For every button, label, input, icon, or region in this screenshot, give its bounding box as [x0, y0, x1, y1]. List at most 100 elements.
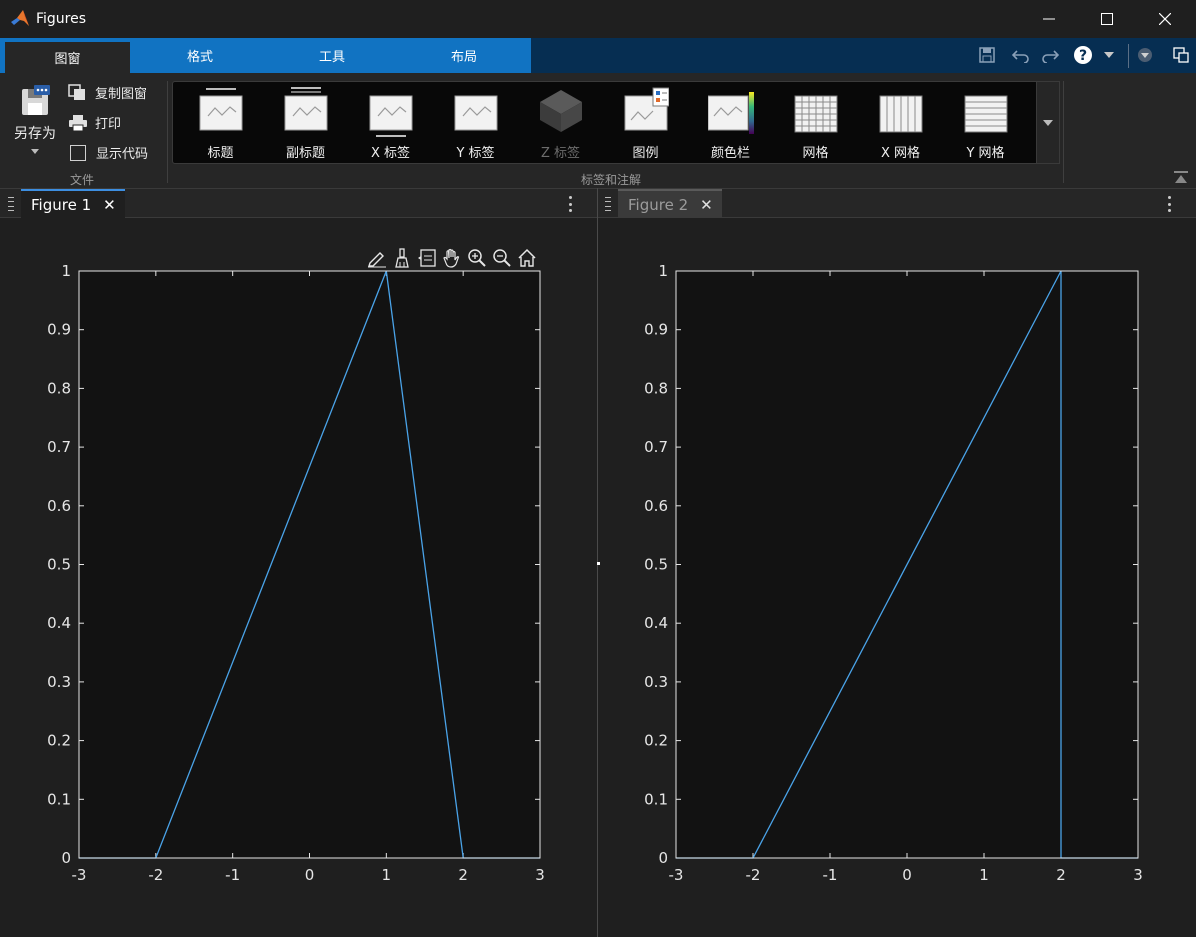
x-tick-label: -2	[148, 866, 163, 884]
y-tick-label: 0.9	[644, 321, 668, 339]
copy-figure-label: 复制图窗	[95, 87, 148, 102]
subtitle-button[interactable]: 副标题	[263, 82, 348, 165]
y-tick-label: 0.5	[644, 556, 668, 574]
close-icon[interactable]: ✕	[700, 196, 713, 214]
more-options-icon[interactable]	[1163, 196, 1175, 212]
y-tick-label: 0.4	[47, 614, 71, 632]
zlabel-icon	[540, 90, 582, 132]
save-as-button[interactable]: 另存为	[10, 85, 60, 165]
y-tick-label: 0.2	[47, 732, 71, 750]
xgrid-button-label: X 网格	[880, 146, 921, 161]
figure2-panel-header: Figure 2 ✕	[598, 188, 1196, 218]
figure-2-tab-label: Figure 2	[628, 195, 689, 214]
copy-figure-button[interactable]: 复制图窗	[68, 83, 147, 102]
y-tick-label: 1	[61, 262, 71, 280]
ribbon-toolstrip: 另存为 复制图窗 打印 显示代码 文件 标题 副标题 X 标签 Y 标签 Z 标…	[0, 73, 1196, 188]
xlabel-button[interactable]: X 标签	[348, 82, 433, 165]
tab-layout[interactable]: 布局	[398, 38, 530, 73]
undock-button[interactable]	[1170, 44, 1192, 66]
xgrid-icon	[879, 95, 923, 133]
drag-grip-icon[interactable]	[604, 197, 612, 211]
y-tick-label: 0.9	[47, 321, 71, 339]
figures-window: Figures 图窗 格式 工具 布局 ? 另存为 复制图窗 打印 显示代码 文…	[0, 0, 1196, 937]
zlabel-button[interactable]: Z 标签	[518, 82, 603, 165]
y-tick-label: 0.6	[47, 497, 71, 515]
axes-background	[79, 271, 540, 858]
grid-icon	[794, 95, 838, 133]
help-button[interactable]: ?	[1072, 44, 1094, 66]
show-code-label: 显示代码	[96, 147, 149, 162]
group-separator	[1063, 81, 1064, 183]
collapse-up-icon	[1174, 171, 1188, 183]
maximize-icon	[1101, 13, 1113, 25]
x-tick-label: -2	[746, 866, 761, 884]
figure-2-axes[interactable]: -3 -2 -1 0 1 2 3 0 0.1 0.2 0.3 0.4 0.5 0.6 0.7 0.8 0.9 1	[598, 218, 1196, 937]
file-group-label: 文件	[70, 173, 95, 187]
grid-button[interactable]: 网格	[773, 82, 858, 165]
grid-button-label: 网格	[802, 146, 829, 161]
save-quick-button[interactable]	[976, 44, 998, 66]
collapse-ribbon-icon	[1138, 48, 1152, 62]
annotation-gallery: 标题 副标题 X 标签 Y 标签 Z 标签 图例 颜色栏 网格 X 网格 Y 网…	[172, 81, 1060, 164]
tab-figure-1[interactable]: Figure 1 ✕	[21, 189, 125, 218]
redo-icon	[1042, 50, 1059, 63]
colorbar-icon	[708, 92, 754, 134]
show-code-checkbox[interactable]: 显示代码	[70, 143, 148, 162]
drag-grip-icon[interactable]	[7, 197, 15, 211]
tab-format[interactable]: 格式	[134, 38, 266, 73]
xlabel-icon	[369, 95, 413, 137]
printer-icon	[69, 114, 87, 131]
x-tick-label: 0	[902, 866, 912, 884]
tab-figure-2[interactable]: Figure 2 ✕	[618, 189, 722, 218]
group-separator	[167, 81, 168, 183]
figure-1-axes[interactable]: -3 -2 -1 0 1 2 3 0 0.1 0.2 0.3 0.4 0.5 0.6 0.7 0.8 0.9 1	[0, 218, 597, 937]
redo-button[interactable]	[1039, 44, 1061, 66]
colorbar-button[interactable]: 颜色栏	[688, 82, 773, 165]
maximize-button[interactable]	[1078, 0, 1136, 38]
ygrid-icon	[964, 95, 1008, 133]
x-tick-label: -3	[72, 866, 87, 884]
tab-figure[interactable]: 图窗	[5, 42, 130, 73]
help-dropdown-button[interactable]	[1098, 44, 1120, 66]
y-tick-label: 0.1	[47, 790, 71, 808]
ygrid-button[interactable]: Y 网格	[943, 82, 1028, 165]
more-options-icon[interactable]	[564, 196, 576, 212]
ylabel-button[interactable]: Y 标签	[433, 82, 518, 165]
title-button[interactable]: 标题	[178, 82, 263, 165]
y-tick-label: 0.1	[644, 790, 668, 808]
close-icon[interactable]: ✕	[103, 196, 116, 214]
chevron-down-icon	[1043, 119, 1053, 126]
ygrid-button-label: Y 网格	[966, 146, 1005, 161]
zlabel-button-label: Z 标签	[540, 146, 581, 161]
print-button[interactable]: 打印	[68, 113, 121, 132]
y-tick-label: 0.6	[644, 497, 668, 515]
title-button-label: 标题	[207, 146, 234, 161]
minimize-icon	[1043, 18, 1055, 20]
x-tick-label: -1	[225, 866, 240, 884]
figure1-panel-header: Figure 1 ✕	[0, 188, 597, 218]
save-as-label: 另存为	[14, 126, 56, 142]
x-tick-label: -3	[669, 866, 684, 884]
y-tick-label: 0.3	[644, 673, 668, 691]
close-icon	[1159, 13, 1171, 25]
collapse-toolstrip-button[interactable]	[1174, 170, 1188, 189]
y-tick-label: 1	[658, 262, 668, 280]
legend-button[interactable]: 图例	[603, 82, 688, 165]
minimize-button[interactable]	[1020, 0, 1078, 38]
checkbox-box[interactable]	[70, 144, 86, 161]
subtitle-icon	[284, 87, 328, 131]
undo-button[interactable]	[1010, 44, 1032, 66]
help-icon: ?	[1074, 46, 1092, 64]
x-tick-label: 0	[305, 866, 315, 884]
ylabel-icon	[454, 95, 498, 131]
tab-tools[interactable]: 工具	[266, 38, 398, 73]
close-window-button[interactable]	[1136, 0, 1194, 38]
y-tick-label: 0.8	[47, 379, 71, 397]
minimize-toolstrip-button[interactable]	[1134, 44, 1156, 66]
xgrid-button[interactable]: X 网格	[858, 82, 943, 165]
x-tick-label: 2	[1056, 866, 1066, 884]
print-label: 打印	[95, 117, 122, 132]
gallery-expand-button[interactable]	[1036, 81, 1060, 164]
window-dock-icon	[1173, 47, 1189, 63]
y-tick-label: 0.7	[47, 438, 71, 456]
